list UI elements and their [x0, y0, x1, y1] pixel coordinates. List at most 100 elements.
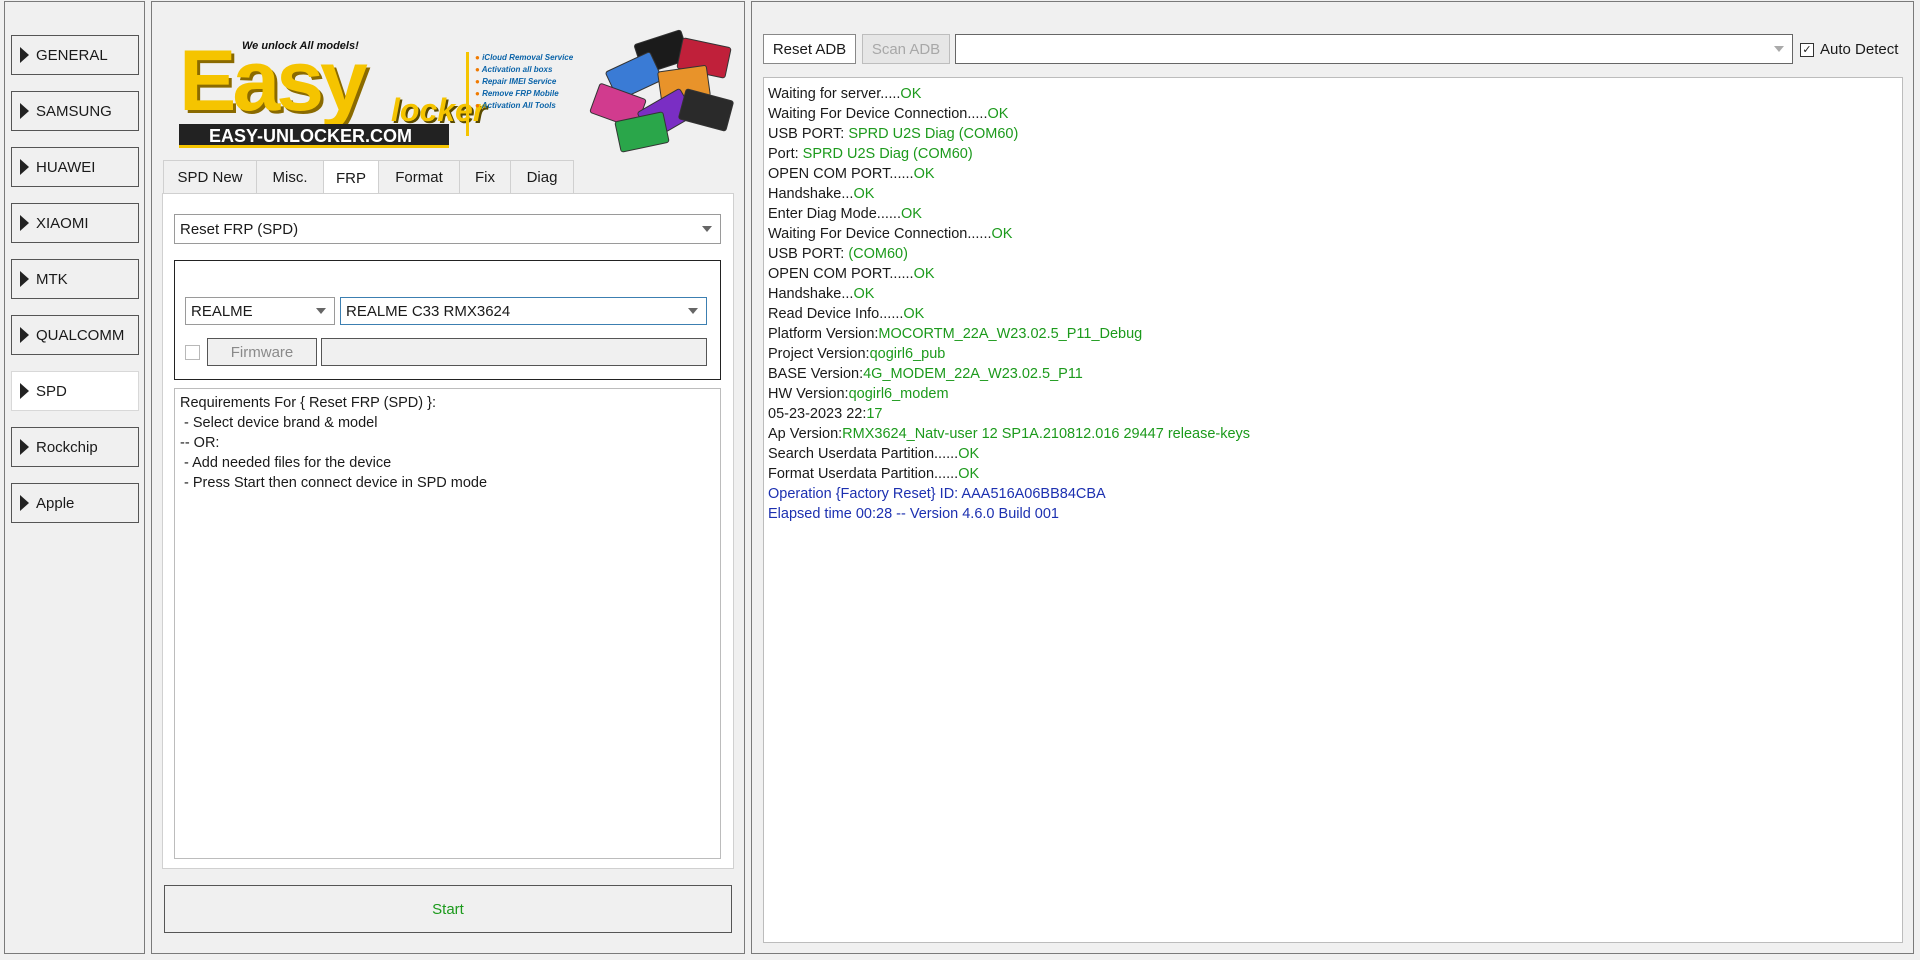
nav-label: XIAOMI: [36, 214, 89, 232]
log-prefix: Search Userdata Partition......: [768, 446, 959, 462]
log-prefix: Waiting For Device Connection......: [768, 226, 992, 242]
firmware-path-field[interactable]: [321, 338, 707, 366]
log-prefix: Enter Diag Mode......: [768, 206, 901, 222]
log-value: RMX3624_Natv-user 12 SP1A.210812.016 294…: [842, 426, 1251, 442]
nav-huawei-button[interactable]: HUAWEI: [11, 147, 139, 187]
firmware-checkbox[interactable]: [185, 345, 200, 360]
logo-service-item: iCloud Removal Service: [475, 52, 576, 64]
log-value: 4G_MODEM_22A_W23.02.5_P11: [863, 366, 1083, 382]
log-value: OK: [958, 466, 980, 482]
frp-tab-content: Reset FRP (SPD) REALME REALME C33 RMX362…: [162, 193, 734, 869]
nav-general-button[interactable]: GENERAL: [11, 35, 139, 75]
device-group-box: REALME REALME C33 RMX3624 Firmware: [174, 260, 721, 380]
tab-diag[interactable]: Diag: [510, 160, 574, 194]
log-prefix: HW Version:: [768, 386, 849, 402]
category-sidebar: GENERAL SAMSUNG HUAWEI XIAOMI MTK QUALCO…: [4, 1, 145, 954]
log-line: HW Version:qogirl6_modem: [768, 384, 1898, 404]
log-line: 05-23-2023 22:17: [768, 404, 1898, 424]
firmware-button[interactable]: Firmware: [207, 338, 317, 366]
log-line: OPEN COM PORT......OK: [768, 264, 1898, 284]
reset-adb-button[interactable]: Reset ADB: [763, 34, 856, 64]
log-line: BASE Version:4G_MODEM_22A_W23.02.5_P11: [768, 364, 1898, 384]
logo-service-item: Activation All Tools: [475, 100, 576, 112]
adb-device-select[interactable]: [955, 34, 1793, 64]
brand-select[interactable]: REALME: [185, 297, 335, 325]
tab-misc[interactable]: Misc.: [256, 160, 324, 194]
log-prefix: Project Version:: [768, 346, 870, 362]
log-value: OK: [900, 206, 922, 222]
log-value: (COM60): [848, 246, 908, 262]
nav-xiaomi-button[interactable]: XIAOMI: [11, 203, 139, 243]
log-value: SPRD U2S Diag (COM60): [802, 146, 973, 162]
tab-format[interactable]: Format: [378, 160, 460, 194]
log-line: Handshake...OK: [768, 184, 1898, 204]
logo-service-item: Repair IMEI Service: [475, 76, 576, 88]
operation-select[interactable]: Reset FRP (SPD): [174, 214, 721, 244]
nav-spd-button[interactable]: SPD: [11, 371, 139, 411]
start-button[interactable]: Start: [164, 885, 732, 933]
expand-arrow-icon: [20, 327, 29, 343]
chevron-down-icon: [316, 308, 326, 314]
model-select-value: REALME C33 RMX3624: [346, 302, 511, 320]
requirements-text: Requirements For { Reset FRP (SPD) }: - …: [174, 388, 721, 859]
log-value: SPRD U2S Diag (COM60): [848, 126, 1019, 142]
model-select[interactable]: REALME C33 RMX3624: [340, 297, 707, 325]
log-value: OK: [903, 306, 925, 322]
log-prefix: Waiting For Device Connection.....: [768, 106, 988, 122]
log-line: Read Device Info......OK: [768, 304, 1898, 324]
expand-arrow-icon: [20, 495, 29, 511]
chevron-down-icon: [702, 226, 712, 232]
log-value: Operation {Factory Reset} ID: AAA516A06B…: [768, 486, 1106, 502]
expand-arrow-icon: [20, 383, 29, 399]
log-value: OK: [853, 186, 875, 202]
log-prefix: BASE Version:: [768, 366, 864, 382]
nav-qualcomm-button[interactable]: QUALCOMM: [11, 315, 139, 355]
log-line: Elapsed time 00:28 -- Version 4.6.0 Buil…: [768, 504, 1898, 524]
expand-arrow-icon: [20, 103, 29, 119]
nav-label: SAMSUNG: [36, 102, 112, 120]
expand-arrow-icon: [20, 215, 29, 231]
log-line: Format Userdata Partition......OK: [768, 464, 1898, 484]
log-line: USB PORT: SPRD U2S Diag (COM60): [768, 124, 1898, 144]
log-line: Project Version:qogirl6_pub: [768, 344, 1898, 364]
nav-label: SPD: [36, 382, 67, 400]
nav-label: Apple: [36, 494, 75, 512]
nav-label: GENERAL: [36, 46, 108, 64]
log-line: Waiting For Device Connection.....OK: [768, 104, 1898, 124]
expand-arrow-icon: [20, 271, 29, 287]
operations-panel: Easy We unlock All models! locker EASY-U…: [151, 1, 745, 954]
nav-label: HUAWEI: [36, 158, 96, 176]
log-line: Waiting for server.....OK: [768, 84, 1898, 104]
tab-spd-new[interactable]: SPD New: [163, 160, 257, 194]
log-prefix: Handshake...: [768, 286, 854, 302]
log-line: Ap Version:RMX3624_Natv-user 12 SP1A.210…: [768, 424, 1898, 444]
log-prefix: Platform Version:: [768, 326, 879, 342]
scan-adb-button[interactable]: Scan ADB: [862, 34, 950, 64]
auto-detect-toggle[interactable]: ✓ Auto Detect: [1800, 41, 1898, 58]
log-line: Port: SPRD U2S Diag (COM60): [768, 144, 1898, 164]
nav-apple-button[interactable]: Apple: [11, 483, 139, 523]
log-line: Handshake...OK: [768, 284, 1898, 304]
nav-samsung-button[interactable]: SAMSUNG: [11, 91, 139, 131]
auto-detect-checkbox[interactable]: ✓: [1800, 42, 1814, 57]
log-value: qogirl6_modem: [848, 386, 949, 402]
nav-mtk-button[interactable]: MTK: [11, 259, 139, 299]
tab-fix[interactable]: Fix: [459, 160, 511, 194]
logo-services-list: iCloud Removal Service Activation all bo…: [466, 52, 576, 136]
log-prefix: Port:: [768, 146, 803, 162]
log-value: OK: [913, 266, 935, 282]
log-prefix: OPEN COM PORT......: [768, 266, 914, 282]
log-line: Enter Diag Mode......OK: [768, 204, 1898, 224]
tab-frp[interactable]: FRP: [323, 160, 379, 196]
logo-service-item: Activation all boxs: [475, 64, 576, 76]
auto-detect-label: Auto Detect: [1820, 41, 1899, 58]
log-value: OK: [900, 86, 922, 102]
log-prefix: Read Device Info......: [768, 306, 904, 322]
nav-rockchip-button[interactable]: Rockchip: [11, 427, 139, 467]
log-value: qogirl6_pub: [869, 346, 946, 362]
operation-select-value: Reset FRP (SPD): [180, 220, 299, 238]
log-prefix: 05-23-2023 22:: [768, 406, 867, 422]
chevron-down-icon: [688, 308, 698, 314]
log-line: Operation {Factory Reset} ID: AAA516A06B…: [768, 484, 1898, 504]
log-line: Waiting For Device Connection......OK: [768, 224, 1898, 244]
